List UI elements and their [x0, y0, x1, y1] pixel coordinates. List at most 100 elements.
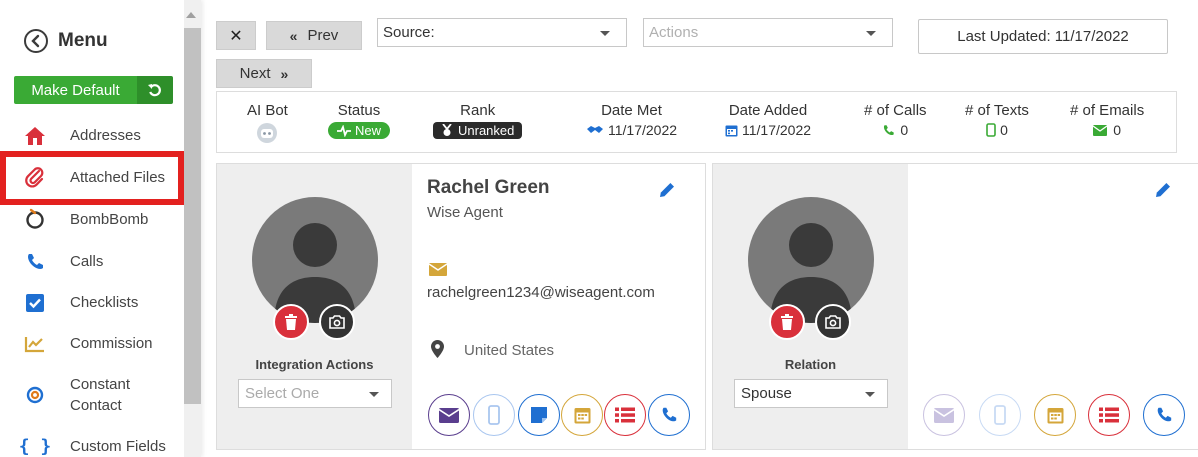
sidebar-item-label: Calls: [70, 253, 104, 270]
status-badge[interactable]: New: [328, 122, 391, 139]
mobile-icon: [986, 123, 996, 137]
phone-icon: [884, 124, 895, 135]
edit-relation-button[interactable]: [1153, 180, 1173, 205]
send-text-button[interactable]: [473, 394, 515, 436]
send-email-button[interactable]: [428, 394, 470, 436]
actions-select[interactable]: Actions: [643, 18, 893, 47]
stat-status: Status New: [328, 102, 391, 139]
next-button[interactable]: Next »: [216, 59, 312, 88]
envelope-icon: [439, 407, 459, 423]
sidebar-item-constant-contact[interactable]: Constant Contact: [0, 374, 184, 416]
user-silhouette-icon: [274, 223, 356, 323]
contact-email[interactable]: rachelgreen1234@wiseagent.com: [427, 284, 655, 301]
sidebar-item-calls[interactable]: Calls: [0, 251, 184, 272]
trash-icon: [285, 314, 297, 330]
handshake-icon: [587, 126, 603, 133]
delete-photo-button[interactable]: [769, 304, 805, 340]
sidebar-item-label: BombBomb: [70, 210, 149, 228]
chevron-down-icon: [600, 31, 610, 36]
date-met-value: 11/17/2022: [608, 122, 678, 138]
scroll-up-arrow-icon[interactable]: [186, 12, 196, 18]
source-select[interactable]: Source:: [377, 18, 627, 47]
camera-icon: [825, 315, 841, 329]
chart-line-icon: [0, 335, 70, 353]
mobile-icon: [994, 405, 1006, 425]
emails-count: 0: [1113, 122, 1121, 138]
add-task-button[interactable]: [604, 394, 646, 436]
edit-contact-button[interactable]: [657, 180, 677, 205]
rank-badge[interactable]: Unranked: [433, 122, 523, 139]
checkbox-icon: [0, 293, 70, 313]
call-button[interactable]: [1143, 394, 1185, 436]
contact-company: Wise Agent: [427, 204, 503, 221]
list-icon: [615, 407, 635, 423]
menu-header[interactable]: Menu: [24, 29, 108, 53]
robot-icon[interactable]: [256, 122, 278, 144]
phone-icon: [1157, 407, 1172, 422]
bombbomb-icon: [0, 208, 70, 230]
prev-button[interactable]: « Prev: [266, 21, 362, 50]
back-circle-icon[interactable]: [24, 29, 48, 53]
emails-value-wrap: 0: [1093, 122, 1121, 138]
stat-emails: # of Emails 0: [1070, 102, 1144, 138]
relation-value: Spouse: [741, 385, 792, 402]
heartbeat-icon: [337, 124, 351, 137]
calls-count: 0: [900, 122, 909, 138]
stat-header: # of Emails: [1070, 102, 1145, 119]
pencil-icon: [660, 183, 674, 197]
attached-files-highlight: [0, 151, 184, 205]
calendar-icon: [725, 125, 738, 136]
add-task-button[interactable]: [1088, 394, 1130, 436]
make-default-button[interactable]: Make Default: [14, 76, 173, 104]
relation-card-photo-panel: Relation Spouse: [713, 164, 908, 449]
last-updated-box: Last Updated: 11/17/2022: [918, 19, 1168, 54]
stat-date-met: Date Met 11/17/2022: [586, 102, 677, 138]
stat-header: AI Bot: [247, 102, 288, 119]
prev-label: Prev: [307, 27, 339, 44]
sidebar-item-label: Constant Contact: [70, 376, 131, 414]
close-button[interactable]: ✕: [216, 21, 256, 50]
integration-actions-select[interactable]: Select One: [238, 379, 392, 408]
stat-ai-bot: AI Bot: [247, 102, 288, 144]
stat-header: # of Calls: [864, 102, 927, 119]
sidebar-item-label: Addresses: [70, 127, 141, 144]
texts-value-wrap: 0: [986, 122, 1008, 138]
add-note-button[interactable]: [518, 394, 560, 436]
map-marker-icon: [431, 340, 444, 363]
contact-country: United States: [464, 342, 555, 359]
house-icon: [0, 126, 70, 146]
send-text-button[interactable]: [979, 394, 1021, 436]
delete-photo-button[interactable]: [273, 304, 309, 340]
add-event-button[interactable]: [561, 394, 603, 436]
relation-select[interactable]: Spouse: [734, 379, 888, 408]
stat-texts: # of Texts 0: [965, 102, 1029, 138]
braces-icon: { }: [18, 436, 52, 457]
sidebar-scrollbar-thumb[interactable]: [184, 28, 201, 404]
date-met-value-wrap: 11/17/2022: [586, 122, 677, 138]
medal-icon: [442, 124, 452, 136]
sidebar-item-custom-fields[interactable]: { } Custom Fields: [0, 436, 184, 457]
call-button[interactable]: [648, 394, 690, 436]
status-text: New: [355, 123, 382, 138]
undo-icon[interactable]: [137, 76, 173, 104]
envelope-icon: [934, 407, 954, 423]
pencil-icon: [1156, 183, 1170, 197]
contact-name: Rachel Green: [427, 177, 550, 198]
send-email-button[interactable]: [923, 394, 965, 436]
next-label: Next: [239, 65, 271, 82]
avatar: [252, 197, 378, 323]
contact-card: Integration Actions Select One Rachel Gr…: [216, 163, 706, 450]
sidebar-item-addresses[interactable]: Addresses: [0, 125, 184, 146]
contact-card-photo-panel: Integration Actions Select One: [217, 164, 412, 449]
status-value-wrap: New: [328, 122, 391, 139]
stat-calls: # of Calls 0: [864, 102, 927, 138]
sidebar-item-commission[interactable]: Commission: [0, 333, 184, 354]
add-event-button[interactable]: [1034, 394, 1076, 436]
upload-photo-button[interactable]: [815, 304, 851, 340]
sidebar-item-checklists[interactable]: Checklists: [0, 292, 184, 313]
sidebar-item-label: Checklists: [70, 294, 139, 311]
upload-photo-button[interactable]: [319, 304, 355, 340]
stat-rank: Rank Unranked: [433, 102, 523, 139]
sidebar-item-bombbomb[interactable]: BombBomb: [0, 208, 184, 230]
trash-icon: [781, 314, 793, 330]
